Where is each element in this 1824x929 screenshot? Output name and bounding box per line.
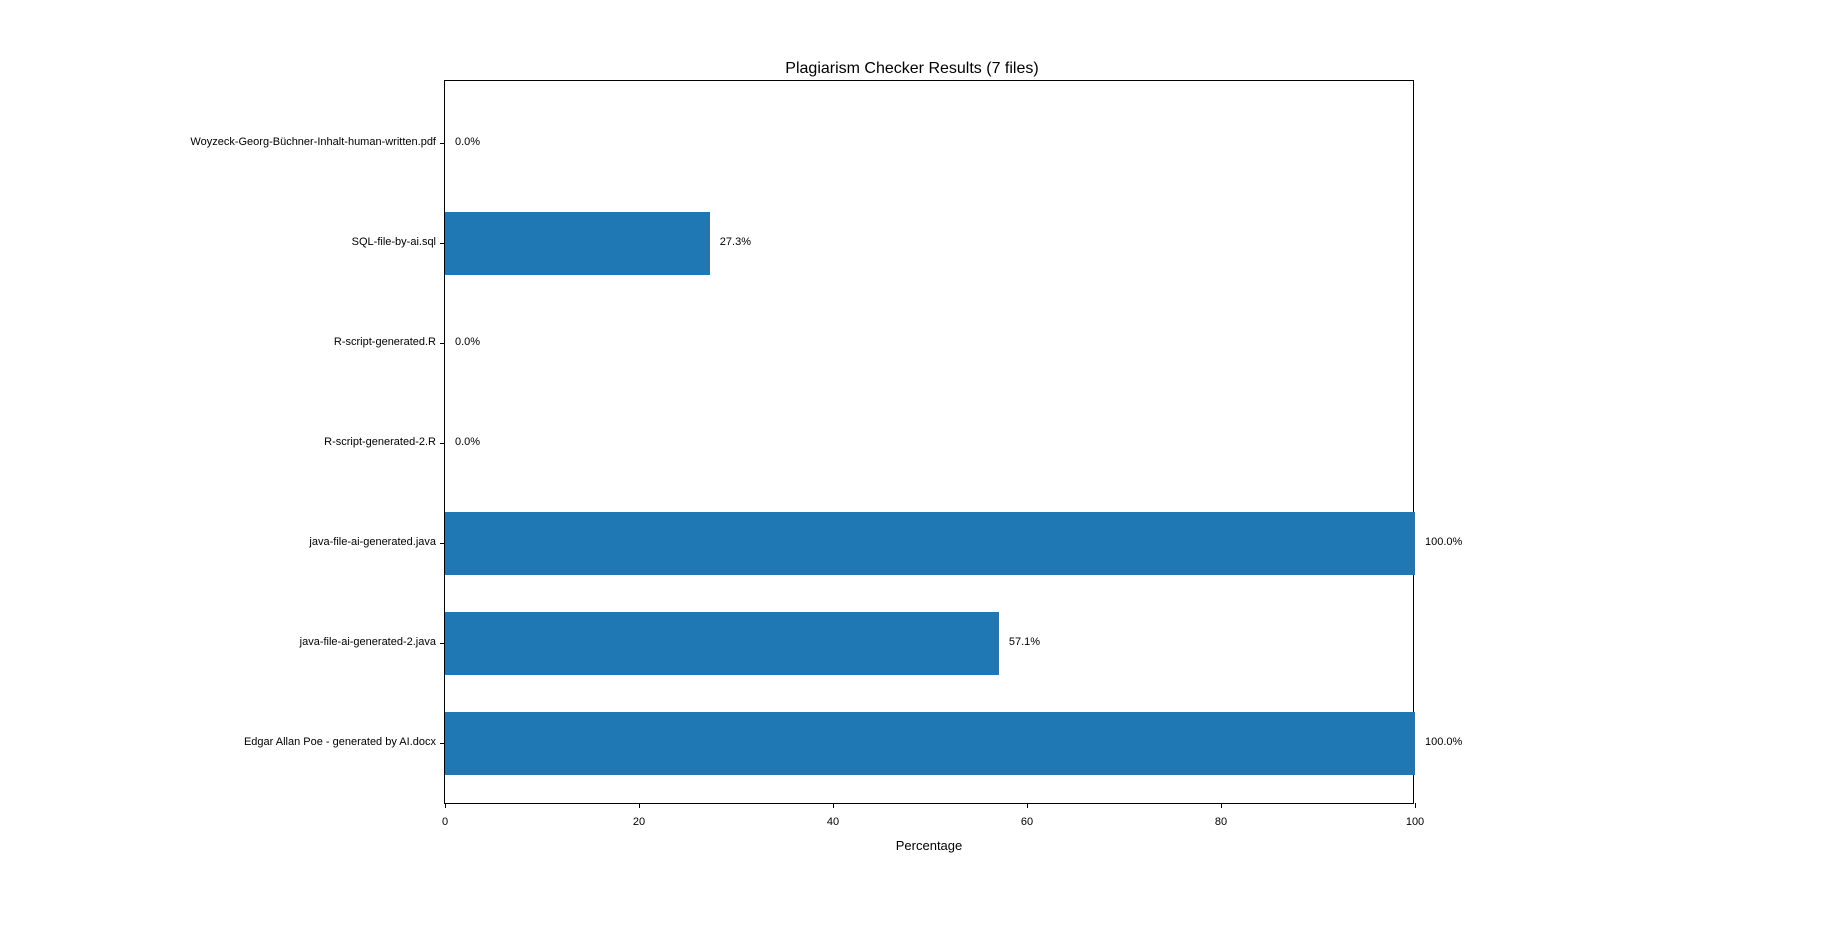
x-tick-label: 20 — [633, 816, 645, 828]
bar-value-label: 0.0% — [455, 436, 480, 448]
chart-title: Plagiarism Checker Results (7 files) — [785, 60, 1038, 78]
x-tick — [639, 803, 640, 808]
bar — [445, 612, 999, 675]
y-category-label: java-file-ai-generated.java — [309, 536, 436, 548]
x-tick-label: 80 — [1215, 816, 1227, 828]
plot-area: 0.0% 27.3% 0.0% 0.0% 100.0% 57.1% 100.0%… — [444, 80, 1414, 804]
y-labels-container: Woyzeck-Georg-Büchner-Inhalt-human-writt… — [0, 80, 444, 804]
bar — [445, 212, 710, 275]
x-tick-label: 100 — [1406, 816, 1424, 828]
bar — [445, 512, 1415, 575]
y-category-label: R-script-generated.R — [334, 336, 436, 348]
y-tick — [440, 143, 445, 144]
x-tick-label: 60 — [1021, 816, 1033, 828]
x-axis-label: Percentage — [896, 838, 963, 853]
x-tick — [445, 803, 446, 808]
y-tick — [440, 343, 445, 344]
chart-container: Plagiarism Checker Results (7 files) Woy… — [0, 0, 1824, 929]
y-category-label: Edgar Allan Poe - generated by AI.docx — [244, 736, 436, 748]
y-category-label: R-script-generated-2.R — [324, 436, 436, 448]
bar — [445, 712, 1415, 775]
bar-value-label: 100.0% — [1425, 536, 1462, 548]
x-tick — [1221, 803, 1222, 808]
bar-value-label: 100.0% — [1425, 736, 1462, 748]
y-category-label: SQL-file-by-ai.sql — [352, 236, 436, 248]
x-tick — [833, 803, 834, 808]
y-category-label: java-file-ai-generated-2.java — [300, 636, 436, 648]
x-tick — [1415, 803, 1416, 808]
x-tick-label: 0 — [442, 816, 448, 828]
y-category-label: Woyzeck-Georg-Büchner-Inhalt-human-writt… — [190, 136, 436, 148]
bar-value-label: 0.0% — [455, 336, 480, 348]
bar-value-label: 57.1% — [1009, 636, 1040, 648]
y-tick — [440, 443, 445, 444]
bar-value-label: 0.0% — [455, 136, 480, 148]
bar-value-label: 27.3% — [720, 236, 751, 248]
x-tick-label: 40 — [827, 816, 839, 828]
x-tick — [1027, 803, 1028, 808]
